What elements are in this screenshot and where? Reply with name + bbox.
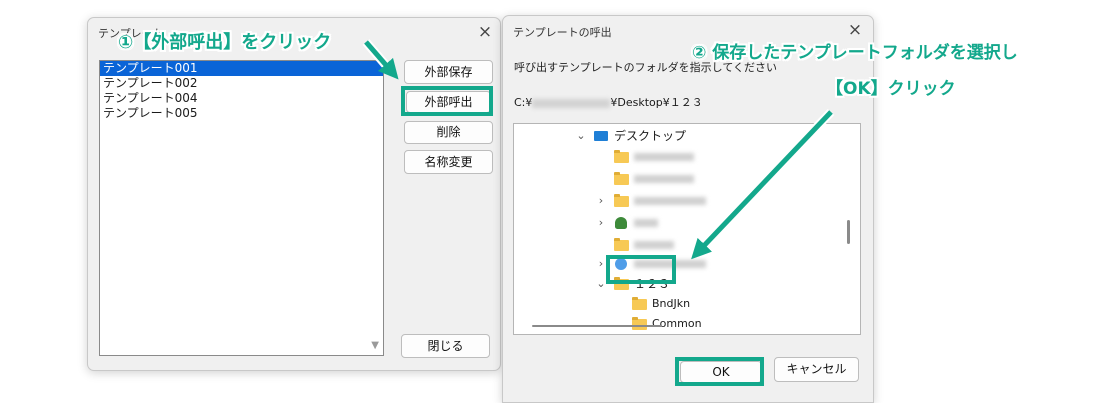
path-redacted: [532, 98, 611, 108]
template-import-dialog: テンプレートの呼出 × 呼び出すテンプレートのフォルダを指示してください C:¥…: [502, 15, 874, 403]
tree-node-label: デスクトップ: [614, 129, 687, 143]
delete-button[interactable]: 削除: [404, 121, 493, 144]
chevron-right-icon[interactable]: ›: [596, 255, 606, 273]
list-item[interactable]: テンプレート004: [100, 91, 383, 106]
folder-icon: [614, 172, 629, 185]
tree-node-blurred[interactable]: [596, 170, 796, 188]
step1-callout: ①【外部呼出】をクリック: [118, 32, 332, 53]
highlight-ok-button: [675, 357, 764, 386]
folder-icon: [632, 297, 647, 310]
vertical-scrollbar[interactable]: [847, 220, 850, 244]
blurred-label: [634, 175, 694, 183]
blurred-label: [634, 219, 658, 227]
list-item[interactable]: テンプレート005: [100, 106, 383, 121]
blurred-label: [634, 197, 706, 205]
horizontal-scrollbar[interactable]: [532, 325, 662, 327]
folder-icon: [614, 194, 629, 207]
desktop-icon: [594, 131, 608, 141]
list-item[interactable]: テンプレート001: [100, 61, 383, 76]
highlight-selected-folder: [606, 255, 676, 284]
chevron-down-icon[interactable]: ⌄: [596, 275, 606, 293]
tree-node-child[interactable]: Common: [616, 315, 816, 333]
blurred-label: [634, 153, 694, 161]
import-dialog-title: テンプレートの呼出: [513, 26, 612, 39]
tree-icon: [615, 217, 627, 229]
path-suffix: ¥Desktop¥１２３: [610, 96, 703, 109]
cancel-button[interactable]: キャンセル: [774, 357, 859, 382]
chevron-right-icon[interactable]: ›: [596, 192, 606, 210]
path-prefix: C:¥: [514, 96, 533, 109]
template-dialog: テンプレート × テンプレート001 テンプレート002 テンプレート004 テ…: [87, 17, 501, 371]
highlight-import-button: [401, 86, 493, 116]
step2-callout-line1: ② 保存したテンプレートフォルダを選択し: [692, 43, 1018, 63]
export-button[interactable]: 外部保存: [404, 60, 493, 84]
chevron-right-icon[interactable]: ›: [596, 214, 606, 232]
template-list[interactable]: テンプレート001 テンプレート002 テンプレート004 テンプレート005 …: [99, 60, 384, 356]
chevron-down-icon[interactable]: ⌄: [576, 127, 586, 145]
close-button[interactable]: 閉じる: [401, 334, 490, 358]
blurred-label: [634, 241, 674, 249]
tree-node-blurred[interactable]: [596, 236, 796, 254]
list-item[interactable]: テンプレート002: [100, 76, 383, 91]
rename-button[interactable]: 名称変更: [404, 150, 493, 174]
folder-icon: [614, 238, 629, 251]
path-text: C:¥ ¥Desktop¥１２３: [514, 94, 703, 110]
folder-tree[interactable]: ⌄ デスクトップ › › › ⌄ １２３ BndJkn Common: [513, 123, 861, 335]
tree-node-label: BndJkn: [652, 297, 691, 310]
step2-callout-line2: 【OK】クリック: [826, 79, 956, 99]
tree-node-blurred[interactable]: [596, 148, 796, 166]
tree-node-child[interactable]: BndJkn: [616, 295, 816, 313]
folder-icon: [614, 150, 629, 163]
tree-node-blurred[interactable]: ›: [596, 192, 796, 210]
tree-node-blurred[interactable]: ›: [596, 214, 796, 232]
tree-node-desktop[interactable]: ⌄ デスクトップ: [576, 127, 776, 145]
scroll-down-arrow-icon[interactable]: ▼: [371, 340, 379, 351]
tree-node-label: Common: [652, 317, 702, 330]
close-icon[interactable]: ×: [471, 20, 499, 44]
